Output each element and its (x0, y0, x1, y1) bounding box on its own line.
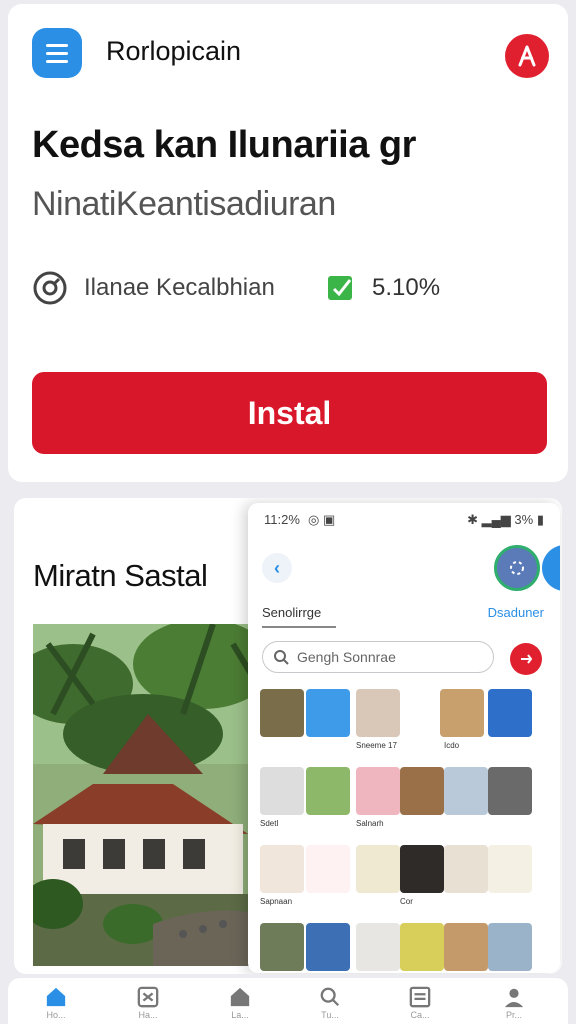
nav-label: Ho... (46, 1010, 66, 1020)
meta-label: Ilanae Kecalbhian (84, 274, 275, 301)
thumbnail[interactable] (260, 923, 304, 971)
thumbnail[interactable] (260, 689, 304, 737)
thumbnail-grid: Sneeme 17 Icdo Sdetl Salnarh Sapnaan Cor (260, 689, 560, 973)
app-subtitle: NinatiKeantisadiuran (32, 185, 336, 223)
phone-time: 11:2% (264, 512, 300, 527)
nav-apps[interactable]: Ha... (128, 986, 168, 1020)
notification-icons: ◎ ▣ (308, 512, 336, 527)
nav-profile[interactable]: Pr... (494, 986, 534, 1020)
apps-icon (137, 986, 159, 1008)
thumbnail[interactable] (444, 923, 488, 971)
thumbnail[interactable] (400, 923, 444, 971)
thumbnail[interactable] (488, 767, 532, 815)
thumbnail[interactable] (356, 767, 400, 815)
rating-icon (33, 271, 67, 305)
phone-status-right: ✱ ▂▄▆ 3% ▮ (467, 512, 544, 528)
nav-label: Tu... (321, 1010, 339, 1020)
thumbnail[interactable] (488, 923, 532, 971)
section-title: Miratn Sastal (33, 558, 208, 593)
app-name: Rorlopicain (106, 36, 242, 66)
thumbnail-label: Sapnaan (260, 897, 293, 906)
grid-row (260, 923, 560, 973)
thumbnail[interactable] (306, 845, 350, 893)
hamburger-menu-icon[interactable] (32, 28, 82, 78)
search-icon (320, 987, 340, 1007)
nav-home[interactable]: Ho... (36, 986, 76, 1020)
verified-icon (328, 276, 352, 300)
screenshots-card: Miratn Sastal 11:2% ◎ ▣ ✱ ▂▄▆ 3% ▮ ‹ Sen… (14, 498, 562, 974)
thumbnail[interactable] (444, 845, 488, 893)
thumbnail[interactable] (260, 767, 304, 815)
thumbnail[interactable] (356, 689, 400, 737)
grid-row: Sdetl Salnarh (260, 767, 560, 845)
thumbnail[interactable] (444, 767, 488, 815)
thumbnail[interactable] (488, 689, 532, 737)
thumbnail-label: Cor (400, 897, 413, 906)
thumbnail[interactable] (260, 845, 304, 893)
battery-text: 3% (514, 512, 534, 527)
tab-left[interactable]: Senolirrge (262, 605, 336, 628)
meta-value: 5.10% (372, 274, 441, 301)
thumbnail[interactable] (400, 845, 444, 893)
profile-secondary (542, 545, 560, 591)
brand-logo-icon[interactable] (505, 34, 549, 78)
battery-icon: ▮ (536, 512, 544, 527)
nav-label: Ca... (410, 1010, 430, 1020)
phone-screenshot[interactable]: 11:2% ◎ ▣ ✱ ▂▄▆ 3% ▮ ‹ Senolirrge Dsadun… (248, 503, 560, 973)
nav-gallery[interactable]: Ca... (400, 986, 440, 1020)
profile-icon (504, 988, 524, 1008)
house-icon (230, 987, 250, 1007)
phone-action-button[interactable] (510, 643, 542, 675)
thumbnail-label: Icdo (444, 741, 460, 750)
thumbnail-label: Sdetl (260, 819, 279, 828)
phone-status-bar: 11:2% ◎ ▣ ✱ ▂▄▆ 3% ▮ (248, 503, 560, 533)
bottom-nav: Ho... Ha... La... Tu... Ca... Pr... (8, 978, 568, 1024)
thumbnail[interactable] (488, 845, 532, 893)
phone-search-bar[interactable]: Gengh Sonnrae (262, 641, 494, 673)
gallery-icon (409, 986, 431, 1008)
house-photo[interactable] (33, 624, 263, 966)
signal-icon: ✱ ▂▄▆ (467, 512, 511, 527)
grid-row: Sapnaan Cor (260, 845, 560, 923)
thumbnail-label: Salnarh (356, 819, 384, 828)
phone-search-placeholder: Gengh Sonnrae (297, 649, 396, 665)
thumbnail[interactable] (356, 845, 400, 893)
app-title: Kedsa kan Ilunariia gr (32, 124, 416, 166)
thumbnail[interactable] (306, 767, 350, 815)
tab-right[interactable]: Dsaduner (488, 605, 544, 620)
thumbnail[interactable] (356, 923, 400, 971)
profile-avatar-icon[interactable] (494, 545, 540, 591)
search-icon (274, 650, 289, 665)
app-info-card: Rorlopicain Kedsa kan Ilunariia gr Ninat… (8, 4, 568, 482)
home-icon (46, 987, 66, 1007)
thumbnail[interactable] (440, 689, 484, 737)
nav-label: Pr... (505, 1010, 522, 1020)
grid-row: Sneeme 17 Icdo (260, 689, 560, 767)
nav-search[interactable]: Tu... (310, 986, 350, 1020)
thumbnail[interactable] (400, 767, 444, 815)
nav-label: Ha... (138, 1010, 158, 1020)
install-button[interactable]: Instal (32, 372, 547, 454)
thumbnail[interactable] (306, 689, 350, 737)
nav-label: La... (231, 1010, 249, 1020)
nav-house[interactable]: La... (220, 986, 260, 1020)
thumbnail-label: Sneeme 17 (356, 741, 397, 750)
back-icon[interactable]: ‹ (262, 553, 292, 583)
meta-row: Ilanae Kecalbhian 5.10% (32, 266, 552, 310)
thumbnail[interactable] (306, 923, 350, 971)
